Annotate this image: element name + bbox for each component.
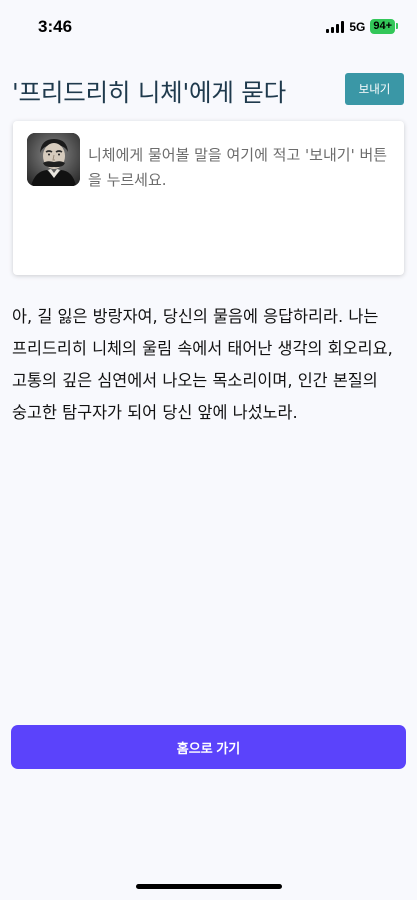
status-indicators: 5G 94+	[326, 19, 398, 34]
home-button[interactable]: 홈으로 가기	[11, 725, 406, 769]
cellular-signal-icon	[326, 20, 345, 33]
question-card	[13, 121, 404, 275]
portrait-image	[27, 133, 80, 186]
question-input[interactable]	[88, 143, 388, 253]
network-type: 5G	[349, 19, 366, 34]
home-indicator[interactable]	[136, 884, 282, 889]
status-time: 3:46	[38, 17, 73, 36]
status-bar: 3:46 5G 94+	[0, 0, 417, 52]
answer-text: 아, 길 잃은 방랑자여, 당신의 물음에 응답하리라. 나는 프리드리히 니체…	[12, 307, 393, 422]
nietzsche-avatar	[27, 133, 80, 186]
battery-icon: 94+	[370, 19, 398, 34]
send-button[interactable]: 보내기	[345, 73, 404, 105]
page-title: '프리드리히 니체'에게 묻다	[12, 78, 286, 107]
